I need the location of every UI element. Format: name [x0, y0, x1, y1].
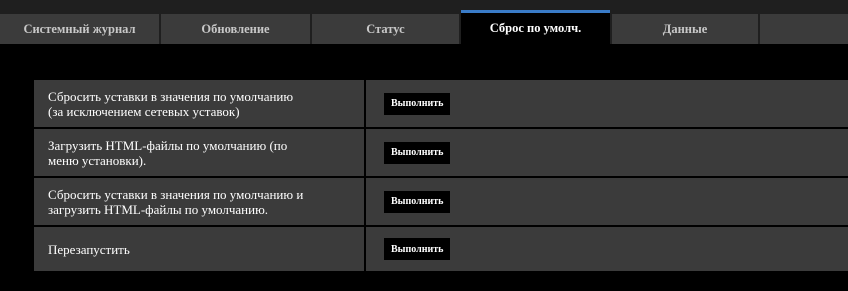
tab-empty: [760, 14, 848, 44]
restart-execute-button[interactable]: Выполнить: [384, 238, 451, 260]
reset-and-load-label: Сбросить уставки в значения по умолчанию…: [34, 178, 364, 225]
tab-data[interactable]: Данные: [612, 14, 758, 44]
restart-label: Перезапустить: [34, 227, 364, 271]
tab-system-log[interactable]: Системный журнал: [0, 14, 159, 44]
reset-settings-label-line2: (за исключением сетевых уставок): [48, 103, 240, 119]
reset-settings-label: Сбросить уставки в значения по умолчанию…: [34, 80, 364, 127]
restart-label-text: Перезапустить: [48, 241, 130, 257]
tab-reset-defaults[interactable]: Сброс по умолч.: [461, 10, 610, 44]
tab-status[interactable]: Статус: [312, 14, 459, 44]
reset-and-load-execute-button[interactable]: Выполнить: [384, 190, 451, 213]
tab-update[interactable]: Обновление: [161, 14, 310, 44]
load-html-label-line2: меню установки).: [48, 152, 147, 168]
load-html-execute-button[interactable]: Выполнить: [384, 141, 451, 164]
load-html-row: Загрузить HTML-файлы по умолчанию (по ме…: [34, 129, 848, 176]
reset-and-load-label-line1: Сбросить уставки в значения по умолчанию…: [48, 186, 304, 202]
load-html-action-cell: Выполнить: [366, 129, 848, 176]
reset-settings-panel: Сбросить уставки в значения по умолчанию…: [34, 80, 848, 273]
reset-and-load-action-cell: Выполнить: [366, 178, 848, 225]
load-html-label-line1: Загрузить HTML-файлы по умолчанию (по: [48, 137, 288, 153]
restart-row: Перезапустить Выполнить: [34, 227, 848, 271]
tab-bar: Системный журнал Обновление Статус Сброс…: [0, 0, 848, 44]
reset-and-load-label-line2: загрузить HTML-файлы по умолчанию.: [48, 201, 269, 217]
restart-action-cell: Выполнить: [366, 227, 848, 271]
reset-and-load-row: Сбросить уставки в значения по умолчанию…: [34, 178, 848, 225]
load-html-label: Загрузить HTML-файлы по умолчанию (по ме…: [34, 129, 364, 176]
reset-settings-label-line1: Сбросить уставки в значения по умолчанию: [48, 88, 294, 104]
reset-settings-row: Сбросить уставки в значения по умолчанию…: [34, 80, 848, 127]
reset-settings-execute-button[interactable]: Выполнить: [384, 92, 451, 115]
reset-settings-action-cell: Выполнить: [366, 80, 848, 127]
